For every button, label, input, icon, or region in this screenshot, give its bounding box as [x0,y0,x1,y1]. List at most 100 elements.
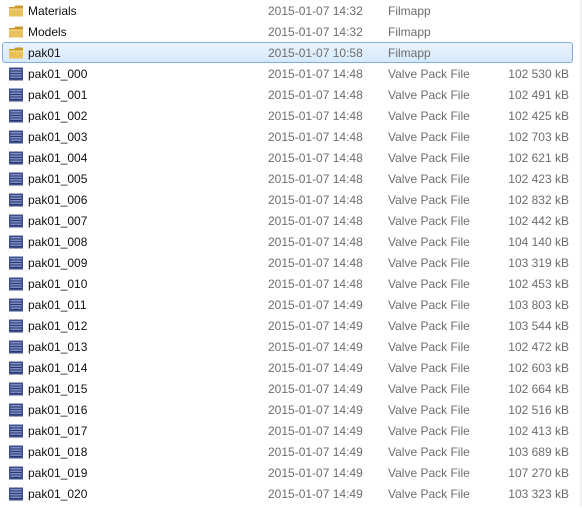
file-list: Materials 2015-01-07 14:32 Filmapp Models 2… [0,0,576,504]
file-type: Valve Pack File [388,424,470,438]
vpk-file-icon [8,340,24,354]
file-name: pak01_010 [28,277,88,291]
file-row[interactable]: pak01_014 2015-01-07 14:49 Valve Pack File… [2,357,573,378]
file-row[interactable]: pak01_015 2015-01-07 14:49 Valve Pack File… [2,378,573,399]
vpk-file-icon [8,445,24,459]
file-name: pak01_012 [28,319,88,333]
date-modified: 2015-01-07 14:49 [268,298,363,312]
file-name: pak01_009 [28,256,88,270]
file-name: pak01_002 [28,109,88,123]
file-name: pak01_018 [28,445,88,459]
file-type: Valve Pack File [388,67,470,81]
date-modified: 2015-01-07 14:48 [268,214,363,228]
file-size: 103 323 kB [508,487,569,501]
date-modified: 2015-01-07 14:49 [268,403,363,417]
date-modified: 2015-01-07 14:48 [268,193,363,207]
file-row[interactable]: pak01_010 2015-01-07 14:48 Valve Pack File… [2,273,573,294]
file-type: Valve Pack File [388,340,470,354]
folder-row[interactable]: Models 2015-01-07 14:32 Filmapp [2,21,573,42]
file-row[interactable]: pak01_008 2015-01-07 14:48 Valve Pack File… [2,231,573,252]
vpk-file-icon [8,109,24,123]
file-row[interactable]: pak01_011 2015-01-07 14:49 Valve Pack File… [2,294,573,315]
file-type: Valve Pack File [388,361,470,375]
date-modified: 2015-01-07 14:48 [268,67,363,81]
vpk-file-icon [8,172,24,186]
vpk-file-icon [8,361,24,375]
file-type: Valve Pack File [388,487,470,501]
file-name: pak01_008 [28,235,88,249]
file-row[interactable]: pak01_019 2015-01-07 14:49 Valve Pack File… [2,462,573,483]
vpk-file-icon [8,193,24,207]
date-modified: 2015-01-07 10:58 [268,46,363,60]
file-row[interactable]: pak01_002 2015-01-07 14:48 Valve Pack File… [2,105,573,126]
file-row[interactable]: pak01_000 2015-01-07 14:48 Valve Pack File… [2,63,573,84]
file-size: 102 832 kB [508,193,569,207]
file-size: 102 703 kB [508,130,569,144]
file-name: Models [28,25,67,39]
file-size: 102 472 kB [508,340,569,354]
date-modified: 2015-01-07 14:48 [268,88,363,102]
vpk-file-icon [8,277,24,291]
file-type: Valve Pack File [388,382,470,396]
date-modified: 2015-01-07 14:49 [268,445,363,459]
file-size: 102 530 kB [508,67,569,81]
file-size: 103 803 kB [508,298,569,312]
file-name: pak01_006 [28,193,88,207]
file-row[interactable]: pak01_020 2015-01-07 14:49 Valve Pack File… [2,483,573,504]
file-type: Valve Pack File [388,319,470,333]
file-row[interactable]: pak01_009 2015-01-07 14:48 Valve Pack File… [2,252,573,273]
file-name: pak01_011 [28,298,87,312]
vpk-file-icon [8,298,24,312]
file-row[interactable]: pak01_005 2015-01-07 14:48 Valve Pack File… [2,168,573,189]
date-modified: 2015-01-07 14:48 [268,151,363,165]
file-name: pak01_004 [28,151,88,165]
file-size: 102 491 kB [508,88,569,102]
file-type: Valve Pack File [388,130,470,144]
vpk-file-icon [8,256,24,270]
file-type: Valve Pack File [388,445,470,459]
file-size: 104 140 kB [508,235,569,249]
file-row[interactable]: pak01_012 2015-01-07 14:49 Valve Pack File… [2,315,573,336]
file-row[interactable]: pak01_006 2015-01-07 14:48 Valve Pack File… [2,189,573,210]
date-modified: 2015-01-07 14:48 [268,109,363,123]
date-modified: 2015-01-07 14:49 [268,466,363,480]
file-row[interactable]: pak01_001 2015-01-07 14:48 Valve Pack File… [2,84,573,105]
date-modified: 2015-01-07 14:48 [268,235,363,249]
file-size: 103 544 kB [508,319,569,333]
file-row[interactable]: pak01_003 2015-01-07 14:48 Valve Pack File… [2,126,573,147]
file-name: pak01 [28,46,61,60]
file-size: 102 425 kB [508,109,569,123]
file-size: 102 603 kB [508,361,569,375]
vpk-file-icon [8,235,24,249]
folder-row[interactable]: Materials 2015-01-07 14:32 Filmapp [2,0,573,21]
file-name: pak01_019 [28,466,88,480]
file-row[interactable]: pak01_016 2015-01-07 14:49 Valve Pack File… [2,399,573,420]
folder-row[interactable]: pak01 2015-01-07 10:58 Filmapp [2,42,573,63]
date-modified: 2015-01-07 14:32 [268,25,363,39]
vpk-file-icon [8,403,24,417]
file-size: 102 664 kB [508,382,569,396]
file-name: Materials [28,4,77,18]
file-size: 102 621 kB [508,151,569,165]
date-modified: 2015-01-07 14:48 [268,277,363,291]
file-name: pak01_014 [28,361,88,375]
file-size: 102 413 kB [508,424,569,438]
file-size: 102 442 kB [508,214,569,228]
file-row[interactable]: pak01_004 2015-01-07 14:48 Valve Pack File… [2,147,573,168]
file-row[interactable]: pak01_007 2015-01-07 14:48 Valve Pack File… [2,210,573,231]
folder-icon [8,25,24,39]
file-name: pak01_015 [28,382,88,396]
file-type: Valve Pack File [388,466,470,480]
file-size: 103 689 kB [508,445,569,459]
file-row[interactable]: pak01_017 2015-01-07 14:49 Valve Pack File… [2,420,573,441]
file-row[interactable]: pak01_013 2015-01-07 14:49 Valve Pack File… [2,336,573,357]
file-row[interactable]: pak01_018 2015-01-07 14:49 Valve Pack File… [2,441,573,462]
date-modified: 2015-01-07 14:49 [268,319,363,333]
vpk-file-icon [8,151,24,165]
file-size: 107 270 kB [508,466,569,480]
vpk-file-icon [8,487,24,501]
file-name: pak01_007 [28,214,88,228]
date-modified: 2015-01-07 14:49 [268,424,363,438]
file-type: Valve Pack File [388,151,470,165]
folder-icon [8,46,24,60]
